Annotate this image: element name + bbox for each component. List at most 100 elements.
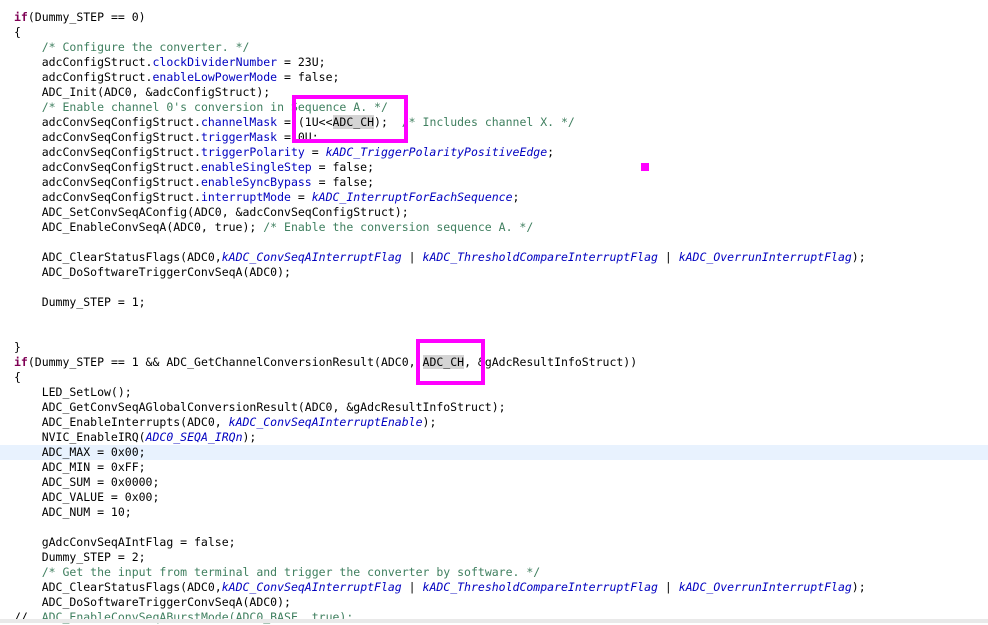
code-line[interactable]: /* Get the input from terminal and trigg…	[0, 565, 988, 580]
horizontal-scrollbar[interactable]	[0, 619, 988, 623]
code-line[interactable]: ADC_SetConvSeqAConfig(ADC0, &adcConvSeqC…	[0, 205, 988, 220]
code-line[interactable]: adcConvSeqConfigStruct.triggerMask = 0U;	[0, 130, 988, 145]
code-line[interactable]: ADC_ClearStatusFlags(ADC0,kADC_ConvSeqAI…	[0, 580, 988, 595]
code-line[interactable]: ADC_ClearStatusFlags(ADC0,kADC_ConvSeqAI…	[0, 250, 988, 265]
code-token: gAdcConvSeqAIntFlag = false;	[14, 535, 236, 549]
code-token: /* Enable the conversion sequence A. */	[263, 220, 534, 234]
code-token: kADC_OverrunInterruptFlag	[678, 580, 852, 594]
code-line[interactable]: {	[0, 370, 988, 385]
code-token: adcConvSeqConfigStruct.	[14, 175, 201, 189]
code-token: =	[290, 190, 312, 204]
code-token: kADC_ConvSeqAInterruptFlag	[221, 250, 402, 264]
code-token: |	[657, 250, 679, 264]
code-editor[interactable]: if(Dummy_STEP == 0){ /* Configure the co…	[0, 0, 988, 624]
code-line[interactable]: adcConvSeqConfigStruct.triggerPolarity =…	[0, 145, 988, 160]
code-line[interactable]: ADC_MIN = 0xFF;	[0, 460, 988, 475]
code-token: adcConvSeqConfigStruct.	[14, 130, 201, 144]
code-token: adcConfigStruct.	[14, 70, 153, 84]
code-token: channelMask	[200, 115, 278, 129]
code-token: LED_SetLow();	[14, 385, 132, 399]
code-line[interactable]: {	[0, 25, 988, 40]
code-line[interactable]: ADC_DoSoftwareTriggerConvSeqA(ADC0);	[0, 595, 988, 610]
code-token: ADC_NUM = 10;	[14, 505, 132, 519]
code-token: (Dummy_STEP == 0)	[27, 10, 146, 24]
code-token: ADC_EnableConvSeqA(ADC0, true);	[14, 220, 264, 234]
code-token: ADC_ClearStatusFlags(ADC0,	[14, 580, 222, 594]
code-token: enableLowPowerMode	[152, 70, 278, 84]
code-line[interactable]: adcConvSeqConfigStruct.channelMask = (1U…	[0, 115, 988, 130]
code-line[interactable]: ADC_NUM = 10;	[0, 505, 988, 520]
code-token: );	[851, 250, 866, 264]
code-token: if	[14, 10, 28, 24]
code-line[interactable]: ADC_GetConvSeqAGlobalConversionResult(AD…	[0, 400, 988, 415]
code-token: /* Get the input from terminal and trigg…	[41, 565, 541, 579]
code-token: ADC_DoSoftwareTriggerConvSeqA(ADC0);	[14, 595, 291, 609]
code-token: adcConfigStruct.	[14, 55, 153, 69]
code-token: kADC_ConvSeqAInterruptEnable	[228, 415, 423, 429]
code-line[interactable]: if(Dummy_STEP == 0)	[0, 10, 988, 25]
code-line[interactable]	[0, 280, 988, 295]
code-line[interactable]: if(Dummy_STEP == 1 && ADC_GetChannelConv…	[0, 355, 988, 370]
code-line[interactable]: adcConvSeqConfigStruct.interruptMode = k…	[0, 190, 988, 205]
code-token: kADC_InterruptForEachSequence	[311, 190, 513, 204]
code-token: =	[304, 145, 326, 159]
code-line[interactable]: adcConvSeqConfigStruct.enableSingleStep …	[0, 160, 988, 175]
code-token: |	[401, 250, 423, 264]
code-token: enableSyncBypass	[200, 175, 312, 189]
code-token: |	[657, 580, 679, 594]
code-line[interactable]: ADC_EnableInterrupts(ADC0, kADC_ConvSeqA…	[0, 415, 988, 430]
code-token: ;	[547, 145, 555, 159]
code-line[interactable]: ADC_Init(ADC0, &adcConfigStruct);	[0, 85, 988, 100]
code-token: ADC_MAX = 0x00;	[14, 445, 146, 459]
code-token: , &gAdcResultInfoStruct))	[464, 355, 638, 369]
code-token: {	[14, 370, 21, 384]
code-line[interactable]: ADC_DoSoftwareTriggerConvSeqA(ADC0);	[0, 265, 988, 280]
code-token: NVIC_EnableIRQ(	[14, 430, 146, 444]
code-line[interactable]: adcConfigStruct.clockDividerNumber = 23U…	[0, 55, 988, 70]
code-token: );	[422, 415, 437, 429]
code-line[interactable]: NVIC_EnableIRQ(ADC0_SEQA_IRQn);	[0, 430, 988, 445]
code-line[interactable]: }	[0, 340, 988, 355]
highlight-box-adc-ch-argument	[416, 339, 485, 385]
code-token: ;	[512, 190, 520, 204]
code-line[interactable]	[0, 235, 988, 250]
code-token: clockDividerNumber	[152, 55, 278, 69]
code-token: Dummy_STEP = 1;	[14, 295, 146, 309]
code-token: kADC_ThresholdCompareInterruptFlag	[422, 580, 658, 594]
code-token: = false;	[311, 160, 375, 174]
code-line[interactable]: ADC_EnableConvSeqA(ADC0, true); /* Enabl…	[0, 220, 988, 235]
code-line[interactable]: Dummy_STEP = 1;	[0, 295, 988, 310]
code-token: ADC_ClearStatusFlags(ADC0,	[14, 250, 222, 264]
code-token: ADC_GetConvSeqAGlobalConversionResult(AD…	[14, 400, 506, 414]
code-token: ADC_Init(ADC0, &adcConfigStruct);	[14, 85, 271, 99]
code-token: ADC_MIN = 0xFF;	[14, 460, 146, 474]
code-token: kADC_OverrunInterruptFlag	[678, 250, 852, 264]
code-line[interactable]: LED_SetLow();	[0, 385, 988, 400]
code-token: = 23U;	[277, 55, 326, 69]
code-line[interactable]	[0, 310, 988, 325]
code-line[interactable]: gAdcConvSeqAIntFlag = false;	[0, 535, 988, 550]
code-line[interactable]: adcConvSeqConfigStruct.enableSyncBypass …	[0, 175, 988, 190]
code-line[interactable]: Dummy_STEP = 2;	[0, 550, 988, 565]
code-line[interactable]: ADC_SUM = 0x0000;	[0, 475, 988, 490]
code-token: /* Configure the converter. */	[41, 40, 250, 54]
code-line[interactable]: ADC_MAX = 0x00;	[0, 445, 988, 460]
code-token: Dummy_STEP = 2;	[14, 550, 146, 564]
code-line[interactable]	[0, 325, 988, 340]
code-line[interactable]: ADC_VALUE = 0x00;	[0, 490, 988, 505]
code-token: triggerMask	[200, 130, 278, 144]
code-line[interactable]: adcConfigStruct.enableLowPowerMode = fal…	[0, 70, 988, 85]
code-token: }	[14, 340, 21, 354]
code-token: );	[242, 430, 257, 444]
code-token: kADC_ConvSeqAInterruptFlag	[221, 580, 402, 594]
code-token: (Dummy_STEP == 1 && ADC_GetChannelConver…	[27, 355, 423, 369]
code-token: );	[851, 580, 866, 594]
code-token: kADC_TriggerPolarityPositiveEdge	[325, 145, 548, 159]
code-line[interactable]: /* Configure the converter. */	[0, 40, 988, 55]
code-line[interactable]: /* Enable channel 0's conversion in Sequ…	[0, 100, 988, 115]
code-token: kADC_ThresholdCompareInterruptFlag	[422, 250, 658, 264]
code-line[interactable]	[0, 520, 988, 535]
